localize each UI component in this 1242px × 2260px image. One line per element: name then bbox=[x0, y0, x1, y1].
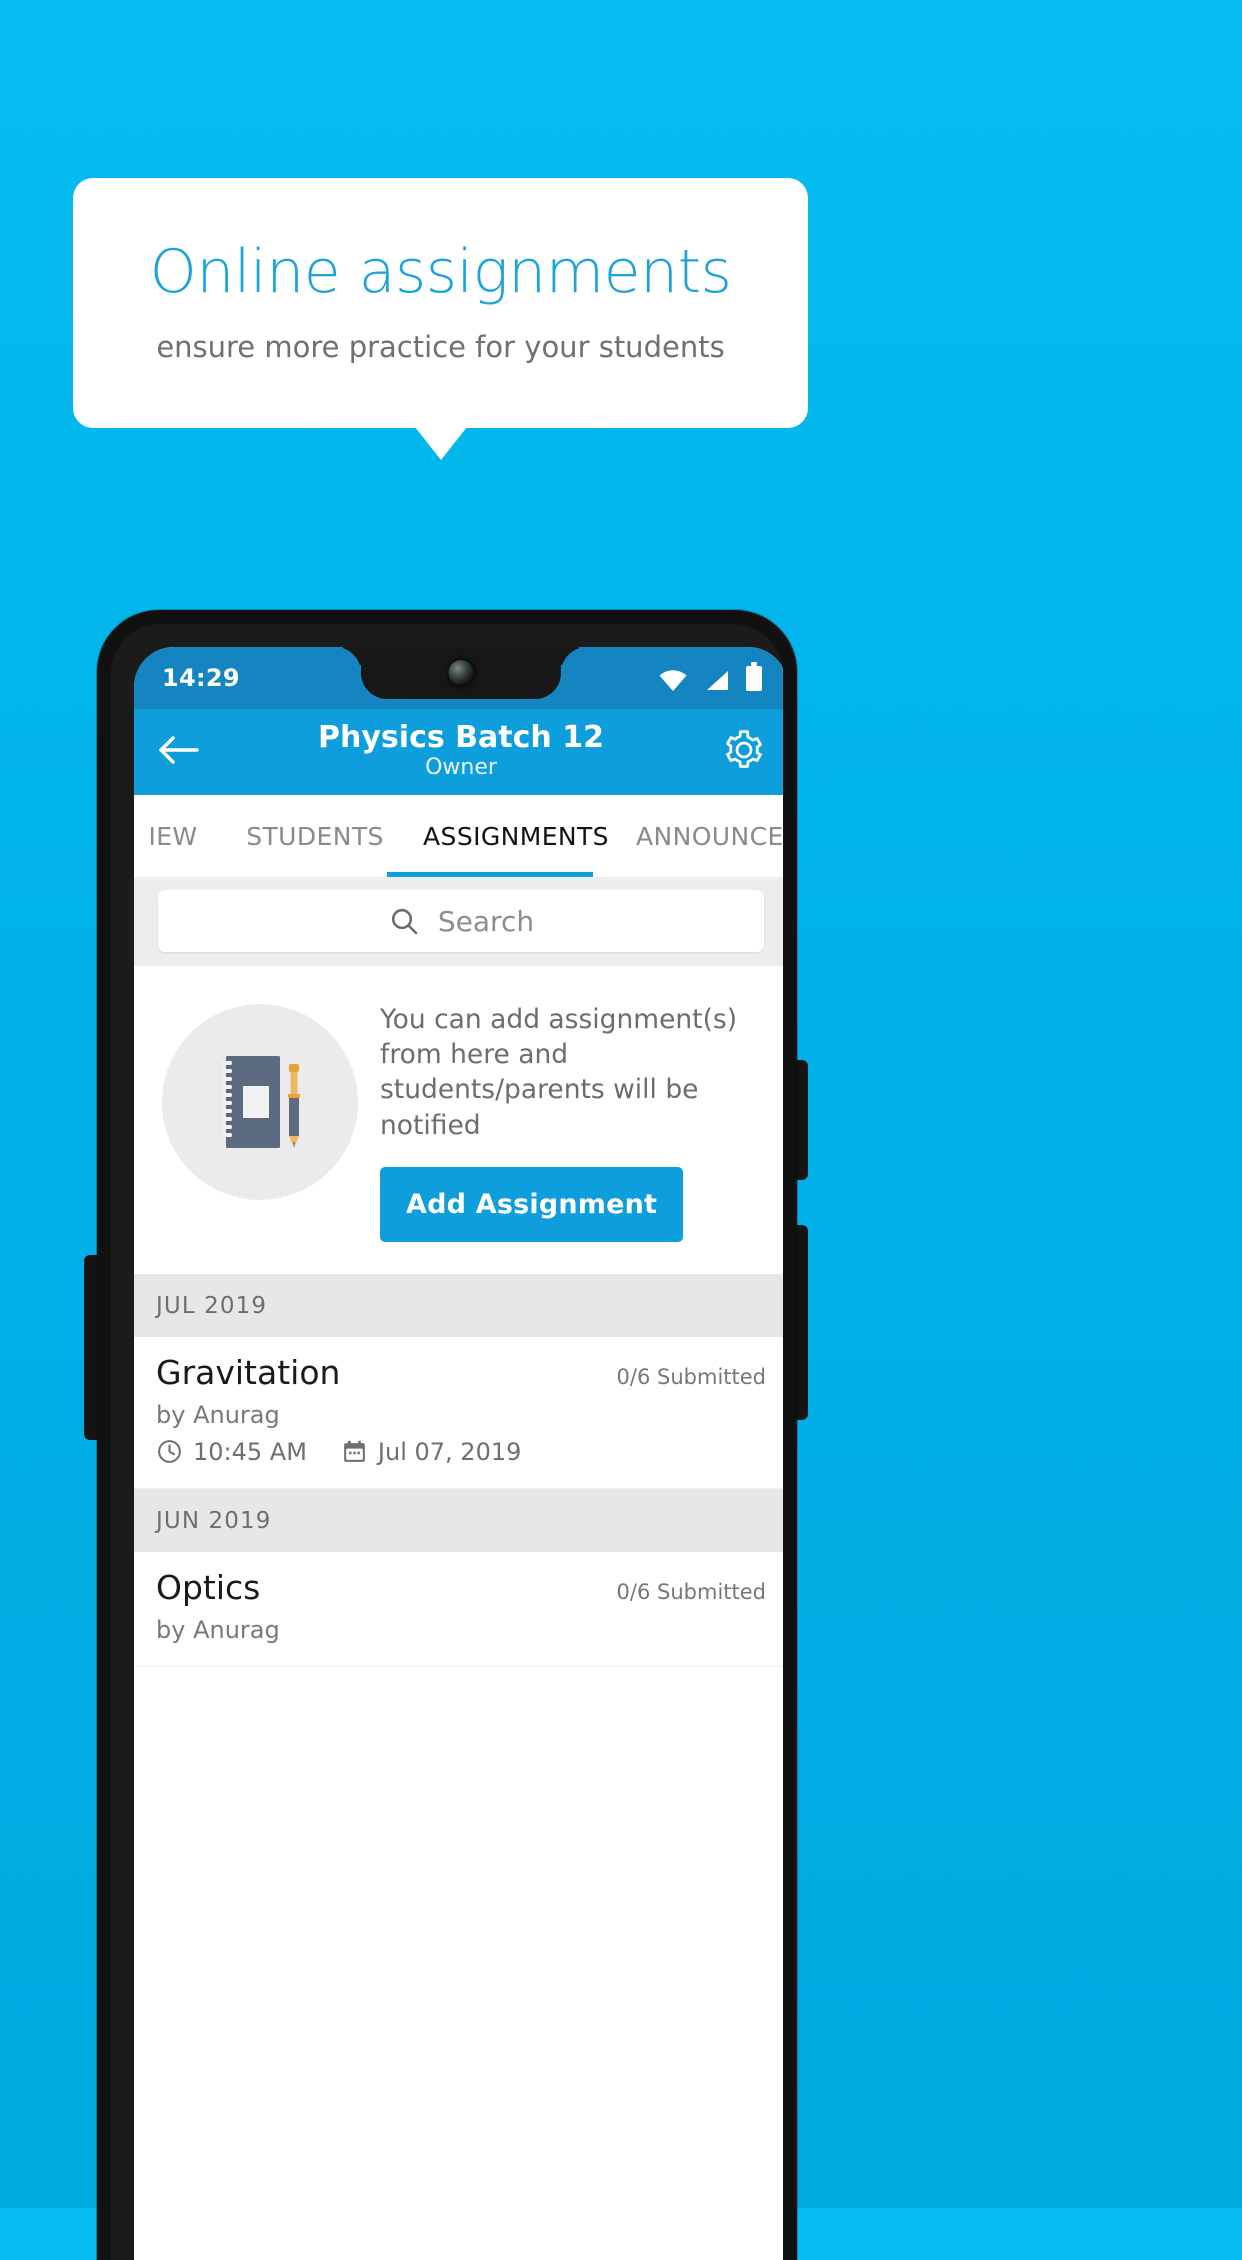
promo-card-tail bbox=[415, 427, 467, 460]
promo-card: Online assignments ensure more practice … bbox=[73, 178, 808, 428]
assignment-author: by Anurag bbox=[156, 1615, 280, 1644]
phone-button-left bbox=[84, 1255, 97, 1440]
add-assignment-button[interactable]: Add Assignment bbox=[380, 1166, 684, 1242]
search-icon bbox=[391, 908, 418, 935]
search-placeholder: Search bbox=[437, 904, 535, 938]
assignment-submitted-count: 0/6 Submitted bbox=[616, 1364, 766, 1389]
assignment-row[interactable]: Gravitation 0/6 Submitted by Anurag 10:4… bbox=[134, 1336, 783, 1489]
empty-state-illustration bbox=[162, 1004, 358, 1200]
assignment-date: Jul 07, 2019 bbox=[377, 1437, 522, 1466]
assignment-author: by Anurag bbox=[156, 1400, 280, 1429]
assignment-title: Gravitation bbox=[156, 1352, 341, 1392]
settings-button[interactable] bbox=[722, 728, 766, 776]
tab-overview[interactable]: IEW bbox=[134, 822, 220, 851]
tab-assignments[interactable]: ASSIGNMENTS bbox=[410, 822, 622, 851]
cellular-signal-icon bbox=[707, 670, 728, 690]
phone-screen: 14:29 Physics Batch 12 Owner IEW STUDENT… bbox=[134, 647, 783, 2260]
assignment-meta: 10:45 AM Jul 07, 2019 bbox=[156, 1438, 766, 1466]
assignment-submitted-count: 0/6 Submitted bbox=[616, 1579, 766, 1604]
status-icons bbox=[659, 661, 762, 691]
phone-frame: 14:29 Physics Batch 12 Owner IEW STUDENT… bbox=[97, 610, 797, 2260]
empty-state-card: You can add assignment(s) from here and … bbox=[134, 966, 783, 1274]
phone-notch bbox=[361, 647, 561, 699]
assignment-list: JUL 2019 Gravitation 0/6 Submitted by An… bbox=[134, 1273, 783, 1667]
tab-bar[interactable]: IEW STUDENTS ASSIGNMENTS ANNOUNCEM bbox=[134, 795, 783, 877]
assignment-row-header: Gravitation 0/6 Submitted bbox=[156, 1353, 766, 1392]
tab-students[interactable]: STUDENTS bbox=[220, 822, 410, 851]
search-section: Search bbox=[134, 877, 783, 966]
tab-active-indicator bbox=[387, 872, 593, 877]
app-bar-titles: Physics Batch 12 Owner bbox=[134, 719, 783, 783]
app-bar: Physics Batch 12 Owner bbox=[134, 709, 783, 795]
assignment-time: 10:45 AM bbox=[193, 1437, 307, 1466]
front-camera-icon bbox=[448, 660, 474, 685]
status-time: 14:29 bbox=[162, 664, 240, 692]
search-input[interactable]: Search bbox=[158, 890, 764, 952]
wifi-icon bbox=[659, 669, 687, 691]
empty-state-text: You can add assignment(s) from here and … bbox=[380, 1004, 738, 1141]
assignment-row-header: Optics 0/6 Submitted bbox=[156, 1568, 766, 1607]
back-button[interactable] bbox=[158, 734, 200, 770]
page-subtitle: Owner bbox=[425, 754, 497, 780]
empty-state-content: You can add assignment(s) from here and … bbox=[358, 992, 770, 1242]
notebook-and-pen-icon bbox=[222, 1056, 300, 1148]
back-arrow-icon bbox=[159, 736, 199, 764]
page-title: Physics Batch 12 bbox=[318, 719, 604, 755]
gear-icon bbox=[726, 730, 762, 768]
assignment-title: Optics bbox=[156, 1567, 261, 1607]
clock-icon bbox=[158, 1440, 181, 1464]
month-header: JUN 2019 bbox=[134, 1488, 783, 1552]
promo-subtitle: ensure more practice for your students bbox=[156, 330, 725, 365]
month-header: JUL 2019 bbox=[134, 1273, 783, 1337]
battery-icon bbox=[746, 661, 762, 691]
calendar-icon bbox=[344, 1441, 365, 1463]
promo-title: Online assignments bbox=[149, 237, 732, 308]
assignment-row[interactable]: Optics 0/6 Submitted by Anurag bbox=[134, 1551, 783, 1667]
phone-bezel: 14:29 Physics Batch 12 Owner IEW STUDENT… bbox=[111, 624, 783, 2260]
status-bar: 14:29 bbox=[134, 647, 783, 709]
tab-announcements[interactable]: ANNOUNCEM bbox=[622, 822, 783, 851]
